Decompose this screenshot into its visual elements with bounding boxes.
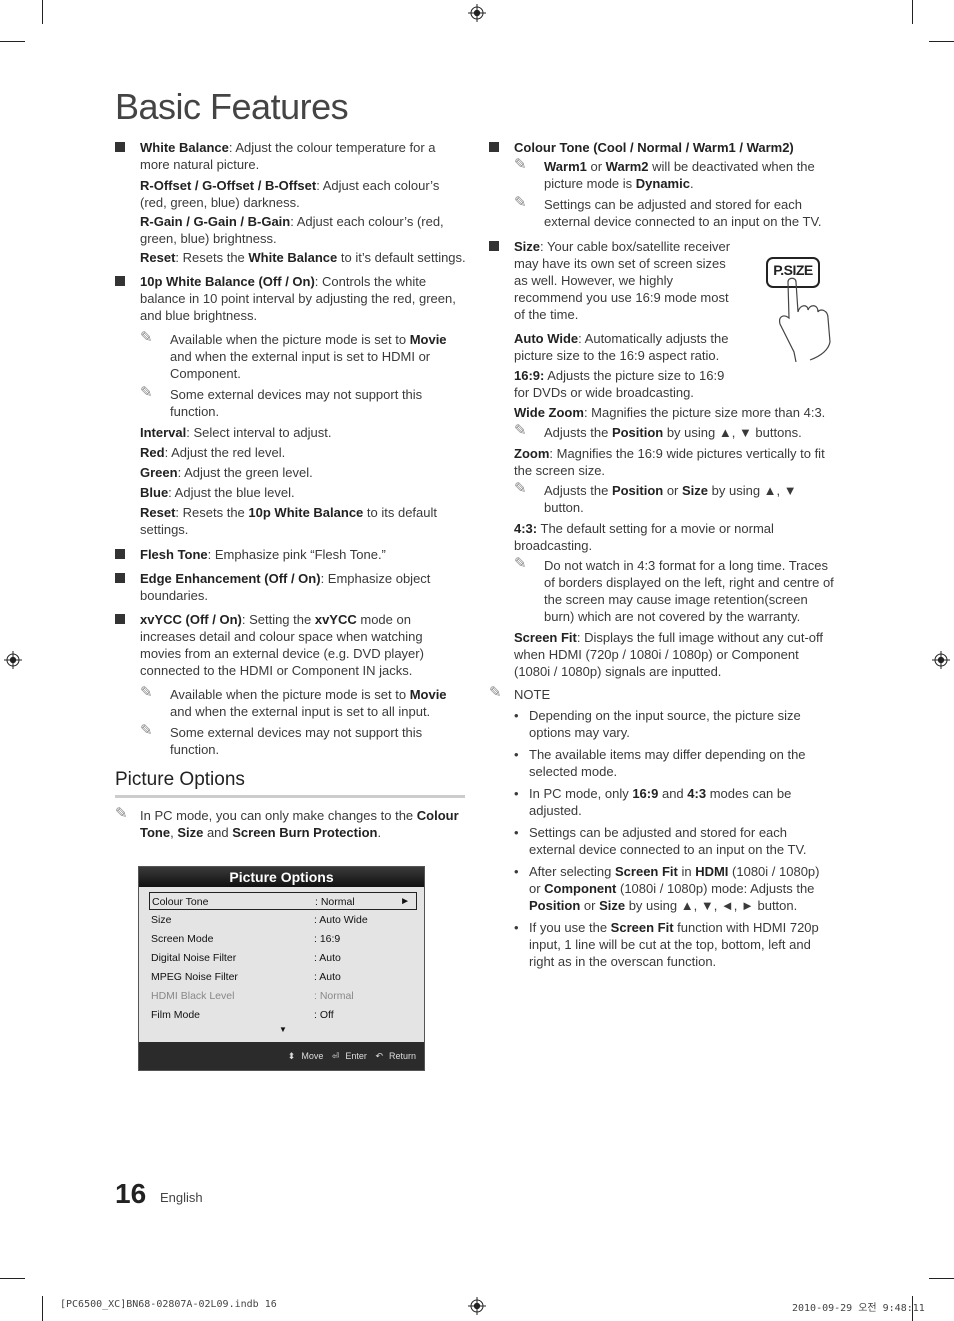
xvycc-item: xvYCC (Off / On): Setting the xvYCC mode… bbox=[115, 611, 467, 679]
reset-10p-desc: Reset: Resets the 10p White Balance to i… bbox=[140, 505, 437, 537]
crop-mark bbox=[912, 0, 913, 24]
pen-note-icon: ✎ bbox=[514, 555, 527, 572]
section-heading-picture-options: Picture Options bbox=[115, 769, 465, 798]
10p-white-balance-item: 10p White Balance (Off / On): Controls t… bbox=[115, 273, 467, 324]
square-bullet-icon bbox=[489, 142, 499, 152]
print-slug-file: [PC6500_XC]BN68-02807A-02L09.indb 16 bbox=[60, 1299, 277, 1310]
size-item: Size: Your cable box/satellite receiver … bbox=[489, 238, 734, 323]
left-column: White Balance: Adjust the colour tempera… bbox=[115, 139, 467, 762]
note: ✎ Warm1 or Warm2 will be deactivated when… bbox=[514, 156, 815, 191]
pen-note-icon: ✎ bbox=[514, 156, 527, 173]
note: ✎ Available when the picture mode is set … bbox=[140, 329, 447, 381]
red-desc: Red: Adjust the red level. bbox=[140, 445, 286, 460]
arrow-right-icon: ► bbox=[400, 896, 410, 907]
list-item: The available items may differ depending… bbox=[514, 746, 834, 780]
print-slug-date: 2010-09-29 오전 9:48:11 bbox=[792, 1303, 925, 1314]
list-item: In PC mode, only 16:9 and 4:3 modes can … bbox=[514, 785, 834, 819]
pen-note-icon: ✎ bbox=[140, 384, 153, 401]
osd-menu-item-colour-tone[interactable]: Colour Tone: Normal ► bbox=[149, 892, 417, 910]
picture-options-osd-menu: Picture Options Colour Tone: Normal ► Siz… bbox=[138, 866, 425, 1071]
square-bullet-icon bbox=[115, 573, 125, 583]
osd-title: Picture Options bbox=[139, 867, 424, 887]
crop-mark bbox=[0, 1278, 25, 1279]
osd-menu-item-hdmi-black-level: HDMI Black Level: Normal bbox=[151, 990, 354, 1002]
page-number: 16 bbox=[115, 1178, 147, 1209]
pc-mode-note: ✎ In PC mode, you can only make changes … bbox=[115, 805, 459, 840]
pen-note-icon: ✎ bbox=[115, 805, 128, 822]
white-balance-item: White Balance: Adjust the colour tempera… bbox=[115, 139, 467, 266]
interval-desc: Interval: Select interval to adjust. bbox=[140, 425, 332, 440]
colour-tone-item: Colour Tone (Cool / Normal / Warm1 / War… bbox=[489, 139, 834, 156]
list-item: Settings can be adjusted and stored for … bbox=[514, 824, 834, 858]
osd-menu-item-screen-mode[interactable]: Screen Mode: 16:9 bbox=[149, 930, 417, 948]
osd-menu-item-size[interactable]: Size: Auto Wide bbox=[149, 911, 417, 929]
pen-note-icon: ✎ bbox=[489, 684, 502, 701]
gain-desc: R-Gain / G-Gain / B-Gain: Adjust each co… bbox=[140, 214, 444, 246]
pen-note-icon: ✎ bbox=[514, 194, 527, 211]
registration-mark-icon bbox=[932, 651, 950, 669]
square-bullet-icon bbox=[489, 241, 499, 251]
auto-wide-desc: Auto Wide: Automatically adjusts the pic… bbox=[514, 331, 729, 363]
pen-note-icon: ✎ bbox=[514, 422, 527, 439]
note: ✎ Available when the picture mode is set … bbox=[140, 684, 447, 719]
4-3-desc: 4:3: The default setting for a movie or … bbox=[514, 521, 774, 553]
note: ✎ Settings can be adjusted and stored for… bbox=[514, 194, 822, 229]
note-list: Depending on the input source, the pictu… bbox=[514, 707, 834, 970]
note: ✎ Adjusts the Position or Size by using ▲… bbox=[514, 480, 797, 515]
square-bullet-icon bbox=[115, 614, 125, 624]
note: ✎ Adjusts the Position by using ▲, ▼ butt… bbox=[514, 422, 802, 440]
pen-note-icon: ✎ bbox=[514, 480, 527, 497]
osd-footer: ⬍ Move ⏎ Enter ↶ Return bbox=[139, 1042, 424, 1070]
page-language: English bbox=[160, 1190, 203, 1205]
osd-menu-item-film-mode[interactable]: Film Mode: Off bbox=[149, 1006, 417, 1024]
osd-menu-item-digital-noise-filter[interactable]: Digital Noise Filter: Auto bbox=[149, 949, 417, 967]
offset-desc: R-Offset / G-Offset / B-Offset: Adjust e… bbox=[140, 178, 440, 210]
registration-mark-icon bbox=[468, 4, 486, 22]
list-item: Depending on the input source, the pictu… bbox=[514, 707, 834, 741]
square-bullet-icon bbox=[115, 549, 125, 559]
screen-fit-desc: Screen Fit: Displays the full image with… bbox=[514, 630, 824, 679]
registration-mark-icon bbox=[468, 1297, 486, 1315]
pen-note-icon: ✎ bbox=[140, 329, 153, 346]
zoom-desc: Zoom: Magnifies the 16:9 wide pictures v… bbox=[514, 446, 825, 478]
crop-mark bbox=[929, 1278, 954, 1279]
green-desc: Green: Adjust the green level. bbox=[140, 465, 313, 480]
crop-mark bbox=[42, 0, 43, 24]
note: ✎ Do not watch in 4:3 format for a long t… bbox=[514, 555, 834, 624]
osd-menu-item-mpeg-noise-filter[interactable]: MPEG Noise Filter: Auto bbox=[149, 968, 417, 986]
list-item: If you use the Screen Fit function with … bbox=[514, 919, 834, 970]
reset-desc: Reset: Resets the White Balance to it’s … bbox=[140, 250, 466, 265]
blue-desc: Blue: Adjust the blue level. bbox=[140, 485, 295, 500]
note: ✎ Some external devices may not support t… bbox=[140, 384, 423, 419]
registration-mark-icon bbox=[4, 651, 22, 669]
return-icon: ↶ bbox=[375, 1051, 383, 1061]
wide-zoom-desc: Wide Zoom: Magnifies the picture size mo… bbox=[514, 405, 826, 420]
move-icon: ⬍ bbox=[287, 1051, 296, 1061]
scroll-down-arrow-icon[interactable]: ▼ bbox=[279, 1025, 287, 1034]
psize-label: P.SIZE bbox=[773, 262, 813, 278]
psize-remote-button-illustration: P.SIZE bbox=[758, 252, 838, 363]
square-bullet-icon bbox=[115, 142, 125, 152]
16-9-desc: 16:9: Adjusts the picture size to 16:9 f… bbox=[514, 368, 725, 400]
square-bullet-icon bbox=[115, 276, 125, 286]
pen-note-icon: ✎ bbox=[140, 684, 153, 701]
note-heading: ✎ NOTE bbox=[489, 684, 551, 702]
enter-icon: ⏎ bbox=[331, 1051, 340, 1061]
edge-enhancement-item: Edge Enhancement (Off / On): Emphasize o… bbox=[115, 570, 467, 604]
pen-note-icon: ✎ bbox=[140, 722, 153, 739]
note: ✎ Some external devices may not support t… bbox=[140, 722, 423, 757]
page-title: Basic Features bbox=[115, 86, 349, 127]
list-item: After selecting Screen Fit in HDMI (1080… bbox=[514, 863, 834, 914]
crop-mark bbox=[929, 41, 954, 42]
crop-mark bbox=[42, 1296, 43, 1321]
crop-mark bbox=[0, 41, 25, 42]
flesh-tone-item: Flesh Tone: Emphasize pink “Flesh Tone.” bbox=[115, 546, 467, 563]
